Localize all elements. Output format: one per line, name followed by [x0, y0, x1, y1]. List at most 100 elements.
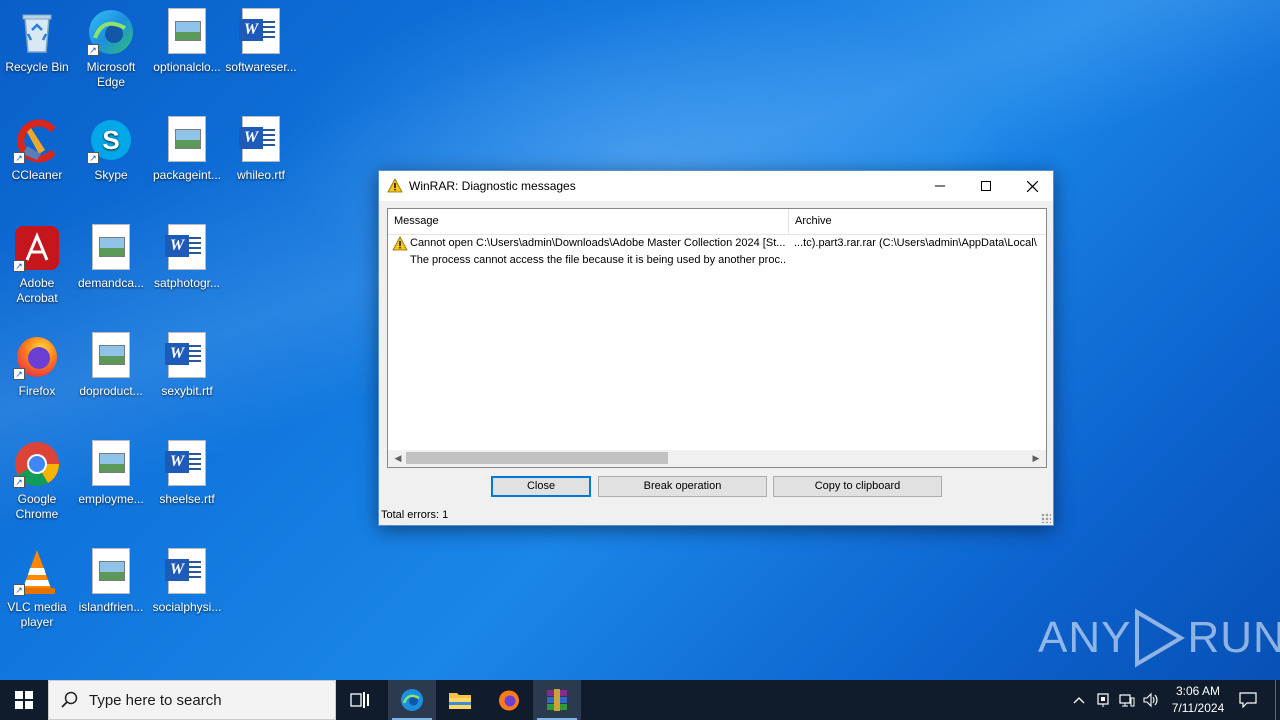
break-operation-button[interactable]: Break operation	[598, 476, 767, 497]
desktop-icon-label: Google Chrome	[15, 492, 59, 521]
firefox-icon: ↗	[13, 332, 61, 380]
task-view-button[interactable]	[336, 680, 384, 720]
archive-row-text[interactable]: ...tc).part3.rar.rar (C:\Users\admin\App…	[794, 237, 1046, 249]
desktop-icon-softwareser[interactable]: W softwareser...	[224, 8, 298, 75]
edge-icon	[401, 689, 423, 711]
desktop-icon-label: Recycle Bin	[5, 60, 69, 74]
messages-list[interactable]: Message Archive Cannot open C:\Users\adm…	[387, 208, 1047, 468]
desktop-icon-sheelse[interactable]: W sheelse.rtf	[150, 440, 224, 507]
horizontal-scrollbar[interactable]: ◀ ▶	[388, 450, 1046, 467]
desktop-icon-skype[interactable]: S ↗ Skype	[74, 116, 148, 183]
clock-time: 3:06 AM	[1175, 684, 1221, 698]
desktop-icon-label: sexybit.rtf	[161, 384, 213, 398]
image-file-icon	[163, 8, 211, 56]
word-document-icon: W	[163, 440, 211, 488]
desktop-icon-label: VLC media player	[7, 600, 67, 629]
desktop-icon-demandca[interactable]: demandca...	[74, 224, 148, 291]
desktop-icon-ccleaner[interactable]: ↗ CCleaner	[0, 116, 74, 183]
folder-icon	[449, 693, 471, 709]
copy-to-clipboard-button[interactable]: Copy to clipboard	[773, 476, 942, 497]
show-hidden-icons-button[interactable]	[1068, 680, 1090, 720]
image-file-icon	[163, 116, 211, 164]
maximize-button[interactable]	[963, 171, 1009, 201]
taskbar-clock[interactable]: 3:06 AM 7/11/2024	[1162, 683, 1234, 717]
desktop-icon-sexybit[interactable]: W sexybit.rtf	[150, 332, 224, 399]
scrollbar-thumb[interactable]	[406, 452, 668, 464]
dialog-titlebar[interactable]: WinRAR: Diagnostic messages	[379, 171, 1053, 201]
action-center-button[interactable]	[1234, 680, 1262, 720]
status-text: Total errors: 1	[381, 509, 449, 521]
word-document-icon: W	[163, 224, 211, 272]
show-desktop-button[interactable]	[1275, 680, 1280, 720]
image-file-icon	[87, 332, 135, 380]
tray-volume-button[interactable]	[1140, 680, 1162, 720]
image-file-icon	[87, 224, 135, 272]
desktop-icon-satphotogr[interactable]: W satphotogr...	[150, 224, 224, 291]
desktop-icon-recycle-bin[interactable]: Recycle Bin	[0, 8, 74, 75]
word-document-icon: W	[237, 8, 285, 56]
tray-network-button[interactable]	[1116, 680, 1138, 720]
taskbar-winrar[interactable]	[533, 680, 581, 720]
recycle-bin-icon	[13, 8, 61, 56]
desktop-icon-label: CCleaner	[11, 168, 63, 182]
desktop-icon-google-chrome[interactable]: ↗ Google Chrome	[0, 440, 74, 522]
notification-icon	[1239, 692, 1257, 708]
scroll-left-icon[interactable]: ◀	[390, 451, 406, 466]
desktop-icon-whileo[interactable]: W whileo.rtf	[224, 116, 298, 183]
winrar-diagnostic-dialog: WinRAR: Diagnostic messages Message Arch…	[378, 170, 1054, 526]
close-button[interactable]: Close	[491, 476, 591, 497]
warning-icon	[387, 178, 403, 193]
scroll-right-icon[interactable]: ▶	[1028, 451, 1044, 466]
desktop-icon-label: whileo.rtf	[236, 168, 286, 182]
windows-logo-icon	[15, 691, 33, 709]
desktop-icon-label: demandca...	[77, 276, 145, 290]
desktop-icon-label: satphotogr...	[153, 276, 221, 290]
network-icon	[1119, 694, 1135, 707]
desktop-icon-socialphysi[interactable]: W socialphysi...	[150, 548, 224, 615]
anyrun-watermark: ANY RUN	[1038, 608, 1280, 668]
close-window-button[interactable]	[1009, 171, 1055, 201]
desktop-icon-employme[interactable]: employme...	[74, 440, 148, 507]
desktop-icon-label: optionalclo...	[153, 60, 221, 74]
acrobat-icon: ↗	[13, 224, 61, 272]
desktop-icon-label: employme...	[78, 492, 144, 506]
column-header-message[interactable]: Message	[388, 209, 789, 234]
desktop-icon-label: Skype	[94, 168, 128, 182]
minimize-icon	[935, 185, 945, 187]
desktop-icon-label: Microsoft Edge	[86, 60, 136, 89]
desktop-icon-doproduct[interactable]: doproduct...	[74, 332, 148, 399]
desktop-icon-optionalclo[interactable]: optionalclo...	[150, 8, 224, 75]
winrar-icon	[547, 689, 567, 711]
desktop-icon-firefox[interactable]: ↗ Firefox	[0, 332, 74, 399]
edge-icon: ↗	[87, 8, 135, 56]
minimize-button[interactable]	[917, 171, 963, 201]
skype-icon: S ↗	[87, 116, 135, 164]
desktop-icon-islandfrien[interactable]: islandfrien...	[74, 548, 148, 615]
desktop-icon-packageint[interactable]: packageint...	[150, 116, 224, 183]
message-row-text[interactable]: The process cannot access the file becau…	[410, 254, 785, 266]
taskbar-search-box[interactable]: Type here to search	[48, 680, 336, 720]
taskbar-edge[interactable]	[388, 680, 436, 720]
maximize-icon	[981, 181, 991, 191]
start-button[interactable]	[0, 680, 48, 720]
desktop-icon-adobe-acrobat[interactable]: ↗ Adobe Acrobat	[0, 224, 74, 306]
tray-security-button[interactable]	[1092, 680, 1114, 720]
resize-grip[interactable]	[1041, 513, 1051, 523]
desktop-icon-label: softwareser...	[225, 60, 297, 74]
warning-icon	[392, 236, 408, 251]
search-placeholder: Type here to search	[89, 691, 222, 709]
taskbar-firefox[interactable]	[485, 680, 533, 720]
desktop-icon-label: doproduct...	[79, 384, 143, 398]
play-logo-icon	[1135, 608, 1186, 668]
desktop-icon-microsoft-edge[interactable]: ↗ Microsoft Edge	[74, 8, 148, 90]
clock-date: 7/11/2024	[1171, 701, 1225, 715]
column-header-archive[interactable]: Archive	[789, 209, 1046, 234]
desktop-icon-label: sheelse.rtf	[159, 492, 215, 506]
desktop-icon-vlc[interactable]: ↗ VLC media player	[0, 548, 74, 630]
device-icon	[1097, 693, 1109, 707]
watermark-left-text: ANY	[1038, 613, 1132, 662]
close-icon	[1026, 180, 1038, 192]
message-row-text[interactable]: Cannot open C:\Users\admin\Downloads\Ado…	[410, 237, 785, 249]
search-icon	[61, 691, 78, 708]
taskbar-file-explorer[interactable]	[436, 680, 484, 720]
